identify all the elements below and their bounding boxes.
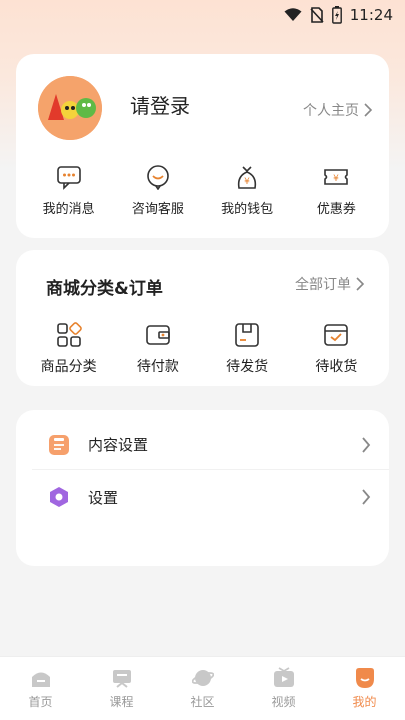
bottom-tab-bar: 首页 课程 社区 视频 我的	[0, 656, 405, 720]
tab-home[interactable]: 首页	[0, 667, 81, 710]
chevron-right-icon	[364, 103, 373, 117]
all-orders-link[interactable]: 全部订单	[295, 274, 365, 294]
order-item-pending-payment[interactable]: 待付款	[118, 322, 198, 376]
quick-actions: 我的消息 咨询客服 ¥ 我的钱包 ¥ 优惠券	[16, 164, 389, 217]
tab-mine[interactable]: 我的	[324, 667, 405, 710]
message-icon	[56, 166, 81, 190]
avatar-image	[38, 76, 102, 140]
pending-payment-icon	[146, 325, 170, 345]
order-item-label: 待发货	[226, 359, 269, 375]
setting-label: 内容设置	[88, 436, 149, 454]
chevron-right-icon	[362, 489, 371, 505]
setting-row-settings[interactable]: 设置	[32, 472, 389, 522]
no-sim-icon	[310, 7, 324, 23]
video-icon	[273, 667, 294, 687]
course-icon	[112, 670, 131, 688]
wifi-icon	[284, 8, 302, 21]
quick-action-label: 咨询客服	[131, 202, 184, 217]
home-icon	[31, 672, 50, 687]
tab-community[interactable]: 社区	[162, 667, 243, 710]
status-bar: 11:24	[0, 0, 405, 30]
orders-card: 商城分类&订单 全部订单 商品分类 待付款 待发货 待收货	[16, 250, 389, 386]
community-icon	[191, 670, 214, 686]
tab-label: 视频	[271, 695, 296, 709]
quick-action-label: 优惠券	[316, 202, 356, 217]
pending-receipt-icon	[324, 324, 349, 346]
order-item-pending-shipment[interactable]: 待发货	[207, 322, 287, 376]
order-item-label: 待收货	[315, 359, 358, 375]
content-settings-icon	[49, 434, 69, 455]
quick-action-messages[interactable]: 我的消息	[29, 164, 109, 217]
order-item-pending-receipt[interactable]: 待收货	[296, 322, 376, 376]
customer-service-icon	[147, 165, 169, 190]
profile-card: 请登录 个人主页 我的消息 咨询客服 ¥ 我的钱包 ¥ 优惠券	[16, 54, 389, 238]
battery-icon	[331, 6, 342, 24]
profile-home-link[interactable]: 个人主页	[303, 100, 373, 120]
order-item-label: 待付款	[136, 359, 179, 375]
chevron-right-icon	[362, 436, 371, 453]
coupon-icon: ¥	[324, 169, 349, 185]
settings-card: 内容设置 设置	[16, 410, 389, 566]
order-item-label: 商品分类	[40, 359, 97, 375]
svg-text:¥: ¥	[334, 174, 340, 184]
order-item-category[interactable]: 商品分类	[29, 322, 109, 376]
tab-label: 课程	[109, 695, 134, 709]
svg-text:¥: ¥	[244, 177, 250, 187]
tab-video[interactable]: 视频	[243, 667, 324, 710]
mine-icon	[355, 668, 374, 688]
login-button[interactable]: 请登录	[130, 90, 190, 119]
profile-home-label: 个人主页	[303, 103, 359, 119]
status-time: 11:24	[349, 6, 393, 24]
wallet-icon: ¥	[238, 166, 257, 189]
setting-label: 设置	[88, 488, 119, 507]
quick-action-label: 我的消息	[42, 202, 95, 217]
quick-action-label: 我的钱包	[221, 202, 274, 217]
orders-title: 商城分类&订单	[46, 279, 163, 299]
settings-icon	[50, 487, 68, 507]
avatar[interactable]	[38, 76, 102, 140]
order-shortcuts: 商品分类 待付款 待发货 待收货	[16, 322, 389, 376]
tab-label: 我的	[352, 695, 377, 709]
all-orders-label: 全部订单	[295, 277, 351, 293]
category-icon	[56, 322, 82, 347]
quick-action-coupons[interactable]: ¥ 优惠券	[296, 164, 376, 217]
quick-action-customer-service[interactable]: 咨询客服	[118, 164, 198, 217]
setting-row-content[interactable]: 内容设置	[32, 420, 389, 470]
pending-shipment-icon	[235, 323, 259, 347]
tab-label: 首页	[28, 695, 53, 709]
chevron-right-icon	[356, 277, 365, 291]
tab-course[interactable]: 课程	[81, 667, 162, 710]
quick-action-wallet[interactable]: ¥ 我的钱包	[207, 164, 287, 217]
tab-label: 社区	[190, 695, 215, 709]
